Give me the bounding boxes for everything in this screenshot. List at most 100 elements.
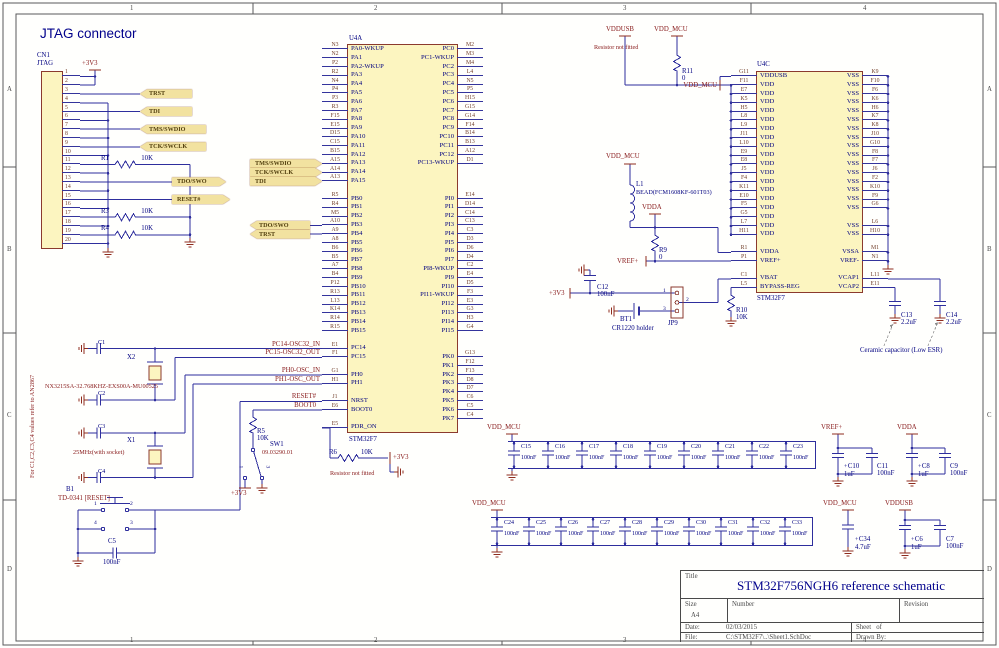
pin-stub-left[interactable]: D15 — [322, 129, 348, 137]
jtag-pin-stub[interactable]: 10 — [62, 148, 80, 156]
pin-stub-left[interactable]: L7 — [731, 218, 757, 226]
pin-stub-left[interactable]: B5 — [322, 253, 348, 261]
net-flag-tms[interactable]: TMS/SWDIO — [140, 125, 206, 134]
decoupling-cap[interactable]: C15100nF — [508, 442, 542, 468]
pin-stub-right[interactable]: E11 — [862, 280, 888, 288]
pin-stub-right[interactable]: F13 — [457, 367, 483, 375]
pin-stub-left[interactable]: E7 — [731, 86, 757, 94]
pin-stub-left[interactable]: R13 — [322, 288, 348, 296]
net-flag-tdo-u4a[interactable]: TDO/SWO — [250, 221, 310, 230]
pin-stub-right[interactable] — [862, 262, 888, 270]
pin-stub-left[interactable]: P1 — [731, 253, 757, 261]
pin-stub-left[interactable]: R15 — [322, 323, 348, 331]
pin-stub-left[interactable]: P3 — [322, 94, 348, 102]
pin-stub-left[interactable]: P4 — [322, 85, 348, 93]
pin-stub-left[interactable]: E10 — [731, 192, 757, 200]
pin-stub-left[interactable]: F1 — [322, 349, 348, 357]
pin-stub-right[interactable]: E14 — [457, 191, 483, 199]
pin-stub-left[interactable]: L13 — [322, 297, 348, 305]
pin-stub-left[interactable]: N3 — [322, 41, 348, 49]
pin-stub-right[interactable]: K7 — [862, 112, 888, 120]
pin-stub-right[interactable] — [457, 332, 483, 340]
pin-stub-right[interactable]: G13 — [457, 349, 483, 357]
pin-stub-right[interactable]: D4 — [457, 253, 483, 261]
pin-stub-right[interactable]: F8 — [862, 148, 888, 156]
pin-stub-right[interactable]: C14 — [457, 209, 483, 217]
pin-stub-right[interactable]: F6 — [862, 86, 888, 94]
pin-stub-right[interactable]: F10 — [862, 77, 888, 85]
pin-stub-right[interactable]: H6 — [862, 104, 888, 112]
pin-stub-left[interactable]: F15 — [322, 112, 348, 120]
pin-stub-left[interactable]: F5 — [731, 200, 757, 208]
net-flag-tck[interactable]: TCK/SWCLK — [140, 142, 206, 151]
pin-stub-left[interactable] — [731, 262, 757, 270]
pin-stub-right[interactable] — [457, 165, 483, 173]
pin-stub-right[interactable]: E3 — [457, 297, 483, 305]
pin-stub-right[interactable]: B13 — [457, 138, 483, 146]
pin-stub-right[interactable]: M4 — [457, 59, 483, 67]
pin-stub-right[interactable]: H3 — [457, 314, 483, 322]
pin-stub-left[interactable]: C1 — [731, 271, 757, 279]
pin-stub-left[interactable]: E1 — [322, 341, 348, 349]
pin-stub-left[interactable]: A15 — [322, 156, 348, 164]
pin-stub-right[interactable]: C3 — [457, 226, 483, 234]
net-flag-reset[interactable]: RESET# — [172, 195, 230, 204]
pin-stub-left[interactable]: L5 — [731, 280, 757, 288]
pin-stub-right[interactable]: G6 — [862, 200, 888, 208]
pin-stub-right[interactable]: G10 — [862, 139, 888, 147]
pin-stub-left[interactable]: R4 — [322, 200, 348, 208]
jtag-pin-stub[interactable]: 5 — [62, 104, 80, 112]
pin-stub-right[interactable] — [457, 341, 483, 349]
pin-stub-left[interactable]: A7 — [322, 261, 348, 269]
pin-stub-left[interactable]: E8 — [731, 156, 757, 164]
pin-stub-left[interactable]: M5 — [322, 209, 348, 217]
cap-bank-1[interactable]: C15100nF C16100nF C17100nF C18100nF — [508, 441, 816, 469]
pin-stub-right[interactable]: F7 — [862, 156, 888, 164]
pin-stub-left[interactable]: N2 — [322, 50, 348, 58]
pin-stub-right[interactable]: D8 — [457, 376, 483, 384]
pin-stub-right[interactable]: F2 — [862, 174, 888, 182]
pin-stub-left[interactable]: P2 — [322, 59, 348, 67]
pin-stub-left[interactable]: B15 — [322, 147, 348, 155]
net-flag-trst[interactable]: TRST — [140, 89, 192, 98]
pin-stub-left[interactable]: E6 — [322, 402, 348, 410]
u4a-chip[interactable]: N3 PA0-WKUP PC0 M2 N2 PA1 PC1-WKUP M3 P2… — [348, 45, 457, 432]
pin-stub-right[interactable]: P5 — [457, 85, 483, 93]
jtag-pin-stub[interactable]: 4 — [62, 95, 80, 103]
jtag-pin-stub[interactable]: 20 — [62, 236, 80, 244]
net-flag-tdi[interactable]: TDI — [140, 107, 192, 116]
decoupling-cap[interactable]: C25100nF — [523, 518, 555, 545]
decoupling-cap[interactable]: C18100nF — [610, 442, 644, 468]
jtag-pin-stub[interactable]: 11 — [62, 156, 80, 164]
pin-stub-left[interactable]: B4 — [322, 270, 348, 278]
pin-stub-right[interactable]: G3 — [457, 305, 483, 313]
pin-stub-right[interactable]: D1 — [457, 156, 483, 164]
pin-stub-left[interactable] — [322, 384, 348, 392]
pin-stub-right[interactable]: K8 — [862, 121, 888, 129]
pin-stub-right[interactable]: J10 — [862, 130, 888, 138]
pin-stub-right[interactable]: M3 — [457, 50, 483, 58]
pin-stub-left[interactable] — [322, 182, 348, 190]
pin-stub-right[interactable]: M2 — [457, 41, 483, 49]
pin-stub-right[interactable]: N1 — [862, 253, 888, 261]
pin-stub-left[interactable]: J5 — [731, 165, 757, 173]
net-flag-tms-u4a[interactable]: TMS/SWDIO — [250, 159, 322, 168]
jtag-pin-stub[interactable]: 16 — [62, 200, 80, 208]
decoupling-cap[interactable]: C31100nF — [715, 518, 747, 545]
pin-stub-left[interactable]: R14 — [322, 314, 348, 322]
pin-stub-right[interactable]: G14 — [457, 112, 483, 120]
jtag-pin-stub[interactable]: 3 — [62, 86, 80, 94]
pin-stub-right[interactable] — [457, 173, 483, 181]
pin-stub-right[interactable]: B14 — [457, 129, 483, 137]
pin-stub-right[interactable]: D3 — [457, 235, 483, 243]
pin-stub-left[interactable]: E15 — [322, 121, 348, 129]
pin-stub-left[interactable]: R3 — [322, 103, 348, 111]
pin-stub-right[interactable] — [457, 182, 483, 190]
decoupling-cap[interactable]: C30100nF — [683, 518, 715, 545]
decoupling-cap[interactable]: C27100nF — [587, 518, 619, 545]
pin-stub-left[interactable] — [322, 411, 348, 419]
pin-stub-right[interactable] — [862, 236, 888, 244]
pin-stub-left[interactable] — [322, 358, 348, 366]
cap-bank-2[interactable]: C24100nF C25100nF C26100nF C27100nF — [491, 517, 813, 546]
pin-stub-left[interactable]: H11 — [731, 227, 757, 235]
